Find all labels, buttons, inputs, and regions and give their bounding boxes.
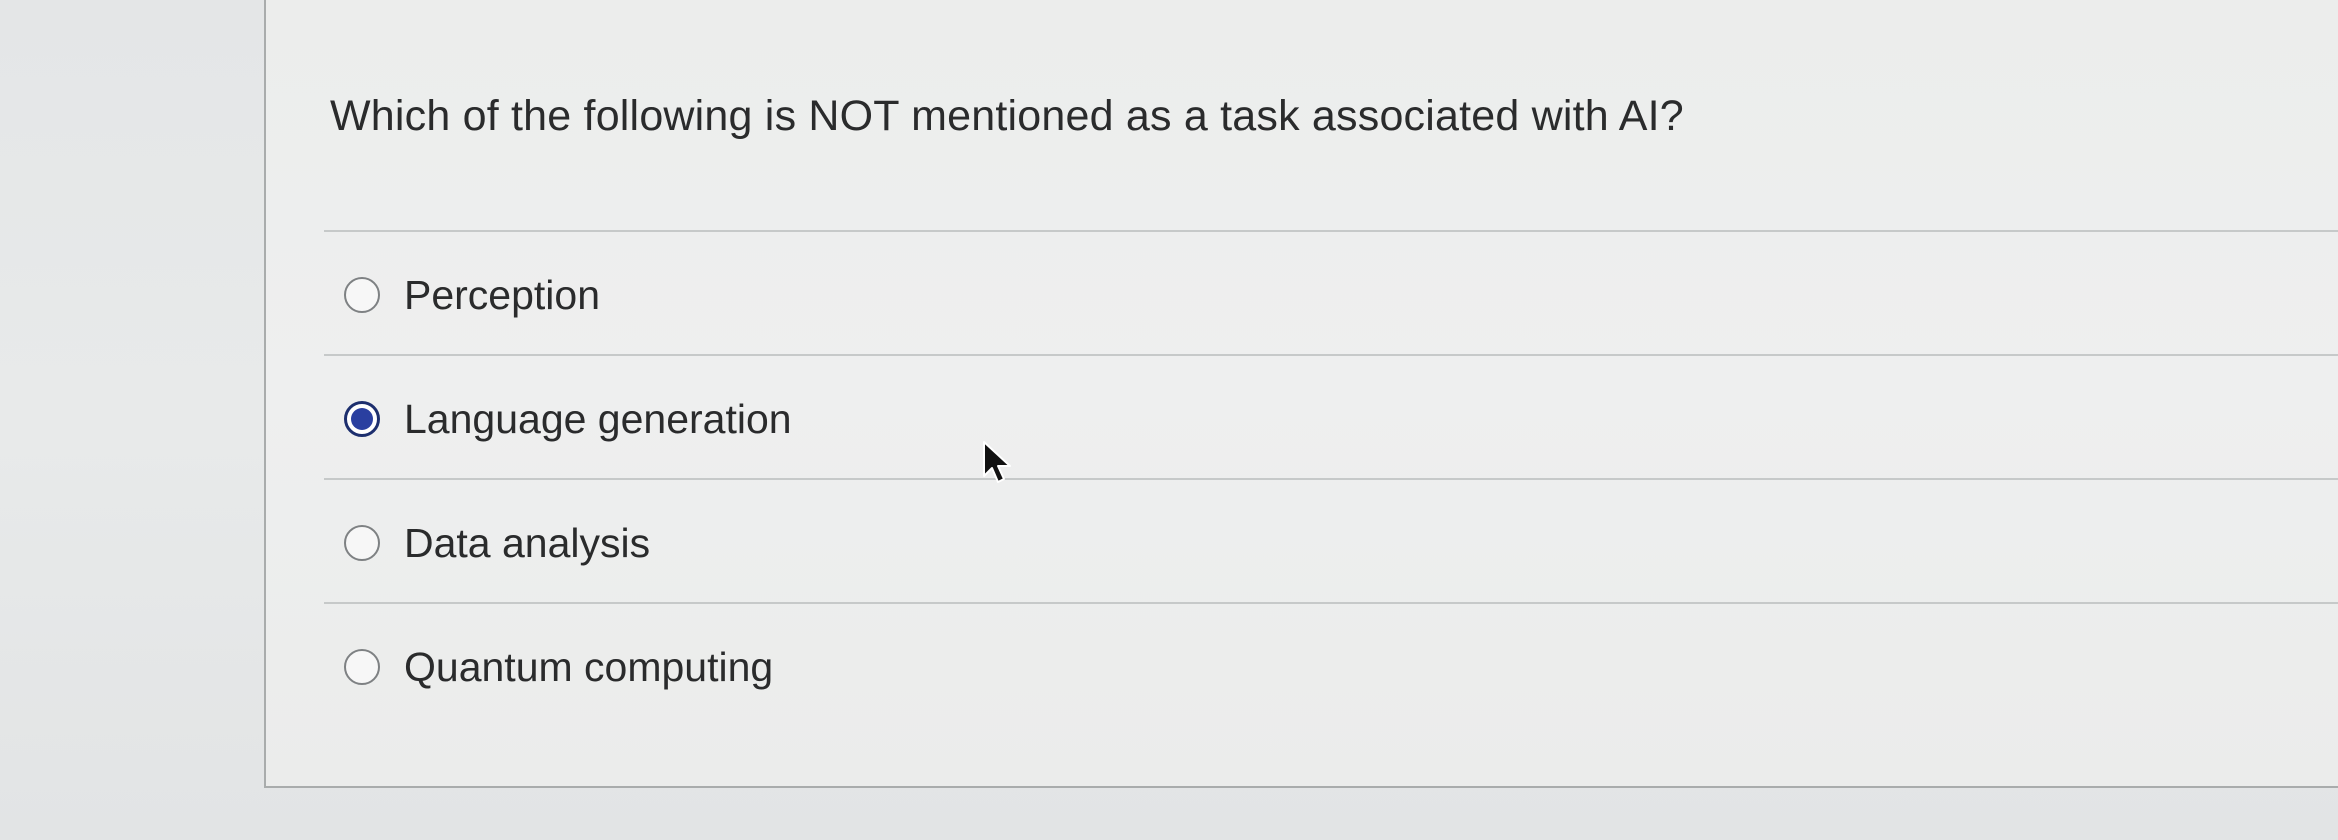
divider xyxy=(324,230,2338,232)
radio-button-language-generation[interactable] xyxy=(344,401,380,437)
answer-label-perception[interactable]: Perception xyxy=(404,269,600,321)
divider xyxy=(324,478,2338,480)
radio-button-quantum-computing[interactable] xyxy=(344,649,380,685)
answer-option-data-analysis[interactable]: Data analysis xyxy=(324,482,2338,604)
answer-label-quantum-computing[interactable]: Quantum computing xyxy=(404,641,773,693)
answer-label-language-generation[interactable]: Language generation xyxy=(404,393,792,445)
radio-button-perception[interactable] xyxy=(344,277,380,313)
divider xyxy=(324,602,2338,604)
radio-button-data-analysis[interactable] xyxy=(344,525,380,561)
question-text: Which of the following is NOT mentioned … xyxy=(330,92,1684,140)
answer-option-quantum-computing[interactable]: Quantum computing xyxy=(324,606,2338,728)
divider xyxy=(324,354,2338,356)
answer-label-data-analysis[interactable]: Data analysis xyxy=(404,517,650,569)
answer-option-language-generation[interactable]: Language generation xyxy=(324,358,2338,480)
mouse-pointer-icon xyxy=(983,441,1011,483)
screen: Which of the following is NOT mentioned … xyxy=(0,0,2338,840)
answer-option-perception[interactable]: Perception xyxy=(324,234,2338,356)
radio-selected-dot xyxy=(351,408,373,430)
